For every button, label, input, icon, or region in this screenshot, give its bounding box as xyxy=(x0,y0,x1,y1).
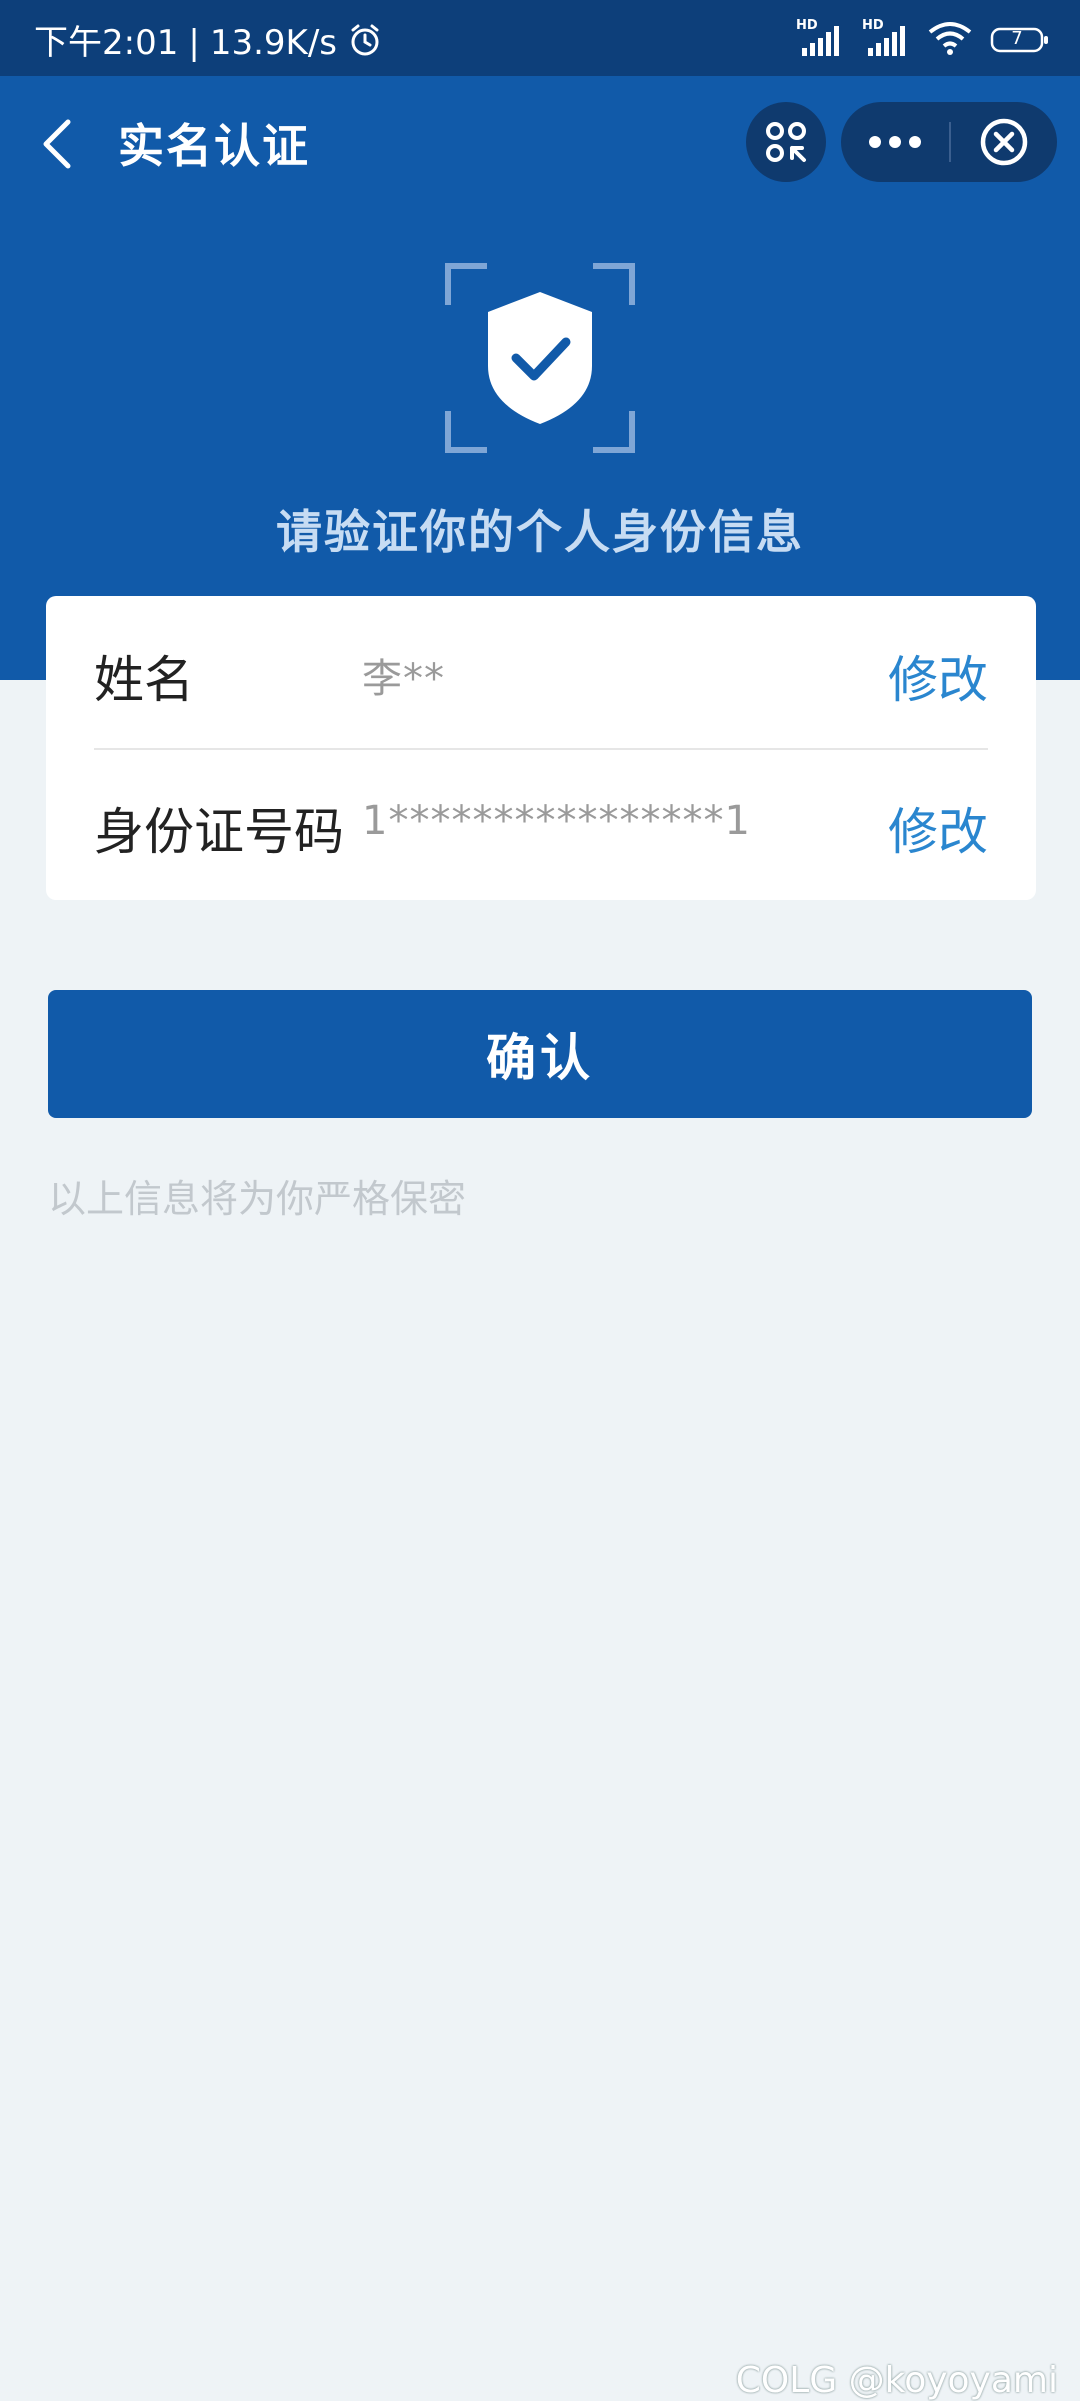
battery-level: 7 xyxy=(1011,28,1023,49)
identity-card: 姓名 李** 修改 身份证号码 1****************1 修改 xyxy=(46,596,1036,900)
watermark: COLG @koyoyami xyxy=(735,2360,1058,2401)
id-number-row: 身份证号码 1****************1 修改 xyxy=(46,748,1036,900)
battery-icon: 7 xyxy=(990,26,1050,54)
status-left: 下午2:01 | 13.9K/s xyxy=(34,22,383,64)
status-right: HD HD 7 xyxy=(796,18,1050,60)
status-time: 下午2:01 xyxy=(34,23,179,63)
hero-header: 实名认证 请验证你的个人身份信息 xyxy=(0,76,1080,680)
alarm-icon xyxy=(347,22,383,64)
more-icon xyxy=(869,136,921,148)
back-button[interactable] xyxy=(30,112,86,176)
privacy-note: 以上信息将为你严格保密 xyxy=(48,1177,467,1221)
id-number-label: 身份证号码 xyxy=(94,803,344,861)
more-button[interactable] xyxy=(841,102,949,182)
status-bar: 下午2:01 | 13.9K/s HD HD 7 xyxy=(0,0,1080,76)
wifi-icon xyxy=(928,20,972,60)
signal-icon: HD xyxy=(862,18,910,58)
name-value: 李** xyxy=(362,656,445,702)
page-title: 实名认证 xyxy=(118,119,310,173)
back-icon xyxy=(43,119,71,169)
hero-heading: 请验证你的个人身份信息 xyxy=(276,505,804,559)
close-icon xyxy=(980,118,1028,166)
shield-check-icon xyxy=(444,262,636,454)
name-label: 姓名 xyxy=(94,651,194,709)
scan-button[interactable] xyxy=(746,102,826,182)
scan-icon xyxy=(766,122,806,162)
navbar: 实名认证 xyxy=(0,76,1080,206)
close-button[interactable] xyxy=(951,102,1057,182)
signal-icon: HD xyxy=(796,18,844,58)
edit-id-number-link[interactable]: 修改 xyxy=(888,792,988,864)
menu-capsule xyxy=(841,102,1057,182)
status-separator: | xyxy=(188,23,200,63)
confirm-button[interactable]: 确认 xyxy=(48,990,1032,1118)
edit-name-link[interactable]: 修改 xyxy=(888,640,988,712)
id-number-value: 1****************1 xyxy=(362,798,751,844)
status-network-speed: 13.9K/s xyxy=(209,23,337,63)
name-row: 姓名 李** 修改 xyxy=(46,596,1036,748)
